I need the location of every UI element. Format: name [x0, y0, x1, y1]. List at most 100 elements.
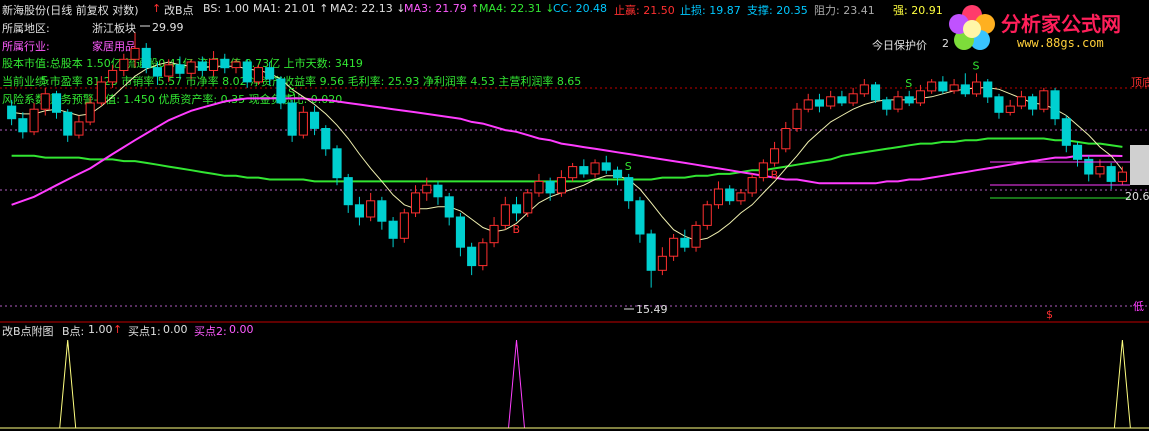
candle-body: [736, 192, 746, 202]
candle-body: [1106, 166, 1116, 182]
sub-b-value: 1.00: [88, 323, 113, 336]
candle-body: [478, 242, 488, 267]
candle-body: [399, 212, 409, 239]
candle-body: [1061, 118, 1071, 146]
candle-body: [657, 255, 667, 271]
candle-body: [915, 90, 926, 104]
industry-label: 所属行业:: [2, 40, 50, 53]
flower-logo-icon: [949, 5, 995, 50]
candle-body: [433, 184, 443, 198]
candle-body: [646, 233, 656, 271]
header-value-8: 支撑: 20.35: [747, 4, 808, 17]
candle-body: [949, 84, 959, 92]
stock-title: 新海股份(日线 前复权 对数): [2, 4, 139, 17]
candle-body: [354, 204, 364, 218]
candle-body: [691, 224, 701, 248]
header-value-2: MA2: 22.13 ↓: [330, 2, 406, 15]
candle-body: [826, 96, 836, 107]
candle-body: [680, 237, 690, 248]
candle-body: [938, 81, 948, 92]
site-logo: 分析家公式网 www.88gs.com: [945, 2, 1143, 56]
candle-body: [1016, 96, 1027, 107]
candle-body: [702, 204, 712, 226]
sub-s2-value: 0.00: [229, 323, 254, 336]
candle-body: [343, 177, 353, 206]
candle-body: [781, 128, 791, 150]
region-value: 浙江板块: [92, 22, 136, 35]
candle-body: [500, 204, 510, 226]
dollar-marker-icon: $: [1046, 308, 1053, 321]
candle-body: [859, 84, 869, 95]
indicator-name: 改B点: [164, 4, 194, 17]
logo-brand: 分析家公式网: [1001, 12, 1121, 36]
candle-body: [579, 166, 589, 175]
header-value-9: 阻力: 23.41: [814, 4, 875, 17]
sell-s-marker: S: [625, 160, 632, 173]
candle-body: [310, 111, 320, 129]
header-value-1: MA1: 21.01 ↑: [253, 2, 329, 15]
buy-b-marker: B: [771, 169, 779, 182]
candle-body: [556, 177, 567, 194]
sub-spike: [1113, 339, 1131, 429]
header-value-4: MA4: 22.31 ↓: [479, 2, 555, 15]
indicator-arrow-icon: ↑: [152, 2, 162, 15]
sub-s1-label: 买点1:: [128, 325, 161, 338]
sub-title: 改B点附图: [2, 325, 54, 338]
low-label: 15.49: [636, 303, 668, 316]
candle-body: [1095, 166, 1105, 175]
risk-info: 风险系数:财务预警-Z值: 1.450 优质资产率: 0.35 现金负债比: 0…: [2, 93, 343, 106]
chart-window[interactable]: 新海股份(日线 前复权 对数) ↑ 改B点 BS: 1.00 MA1: 21.01…: [0, 0, 1149, 431]
candle-body: [411, 192, 421, 214]
sub-s2-label: 买点2:: [194, 325, 227, 338]
header-value-7: 止损: 19.87: [680, 4, 741, 17]
high-label: 29.99: [152, 21, 184, 34]
candle-body: [29, 108, 39, 133]
header-value-6: 止赢: 21.50: [614, 4, 675, 17]
right-price-box: [1130, 145, 1149, 185]
ma4-line: [11, 137, 1123, 183]
right-price-label: 20.6: [1125, 190, 1149, 203]
candle-body: [7, 105, 17, 120]
candle-body: [1084, 158, 1094, 175]
candle-body: [669, 237, 679, 257]
candle-body: [960, 84, 970, 95]
candle-body: [455, 216, 465, 248]
sub-b-arrow-icon: ↑: [113, 323, 123, 336]
candle-body: [972, 81, 982, 95]
candle-body: [534, 180, 544, 194]
candle-body: [904, 96, 914, 104]
top-right-tag: 顶底: [1131, 75, 1149, 89]
candle-body: [770, 148, 780, 164]
industry-value: 家居用品: [92, 40, 136, 53]
candle-body: [444, 196, 454, 218]
candle-body: [983, 81, 993, 98]
logo-url: www.88gs.com: [1017, 36, 1104, 50]
candle-body: [837, 96, 847, 104]
candle-body: [489, 224, 499, 244]
header-value-3: MA3: 21.79 ↑: [404, 2, 480, 15]
candle-body: [321, 128, 331, 150]
candle-body: [545, 180, 555, 194]
candle-body: [635, 200, 645, 235]
candle-body: [601, 162, 611, 171]
candle-body: [725, 188, 735, 202]
candle-body: [287, 102, 297, 136]
candle-body: [568, 166, 578, 179]
sell-s-marker: S: [973, 59, 980, 72]
header-value-5: CC: 20.48: [553, 2, 608, 15]
candle-body: [848, 93, 858, 104]
candle-body: [893, 96, 903, 110]
guard-price-label: 今日保护价: [872, 39, 927, 52]
candle-body: [814, 99, 825, 107]
performance-info: 当前业绩:市盈率 81.23 市销率 5.57 市净率 8.02 净资产收益率 …: [2, 75, 582, 88]
candle-body: [422, 184, 432, 194]
candle-body: [758, 162, 768, 179]
candle-body: [792, 108, 802, 129]
candle-body: [590, 162, 600, 175]
candle-body: [927, 81, 937, 92]
candle-body: [377, 200, 387, 222]
candle-body: [366, 200, 376, 218]
candle-body: [1005, 105, 1015, 113]
candle-body: [512, 204, 522, 214]
sell-s-marker: S: [905, 77, 912, 90]
